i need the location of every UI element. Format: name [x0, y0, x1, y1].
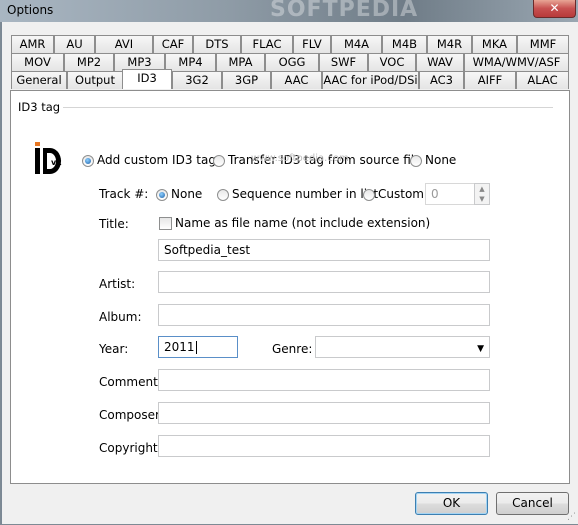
track-spinner[interactable]: ▲ ▼ [474, 183, 490, 205]
tab-mov[interactable]: MOV [11, 53, 64, 71]
track-none-label: None [171, 187, 203, 201]
tab-ac3[interactable]: AC3 [419, 71, 464, 89]
tab-mka[interactable]: MKA [472, 35, 517, 53]
year-input[interactable]: 2011 [158, 336, 238, 358]
tab-mpa[interactable]: MPA [216, 53, 265, 71]
title-label: Title: [99, 217, 129, 231]
chevron-down-icon: ▼ [477, 344, 484, 354]
track-custom-input[interactable]: 0 [425, 183, 475, 205]
track-label: Track #: [99, 187, 149, 201]
title-input[interactable]: Softpedia_test [158, 239, 490, 261]
track-sequence-radio[interactable] [217, 189, 229, 201]
album-input[interactable] [158, 304, 490, 326]
close-button[interactable]: ✕ [533, 0, 576, 18]
year-label: Year: [99, 342, 129, 356]
track-custom-radio[interactable] [363, 189, 375, 201]
tab-mp4[interactable]: MP4 [165, 53, 216, 71]
tab-id3[interactable]: ID3 [122, 69, 172, 89]
tab-3g2[interactable]: 3G2 [172, 71, 222, 89]
tab-avi[interactable]: AVI [95, 35, 153, 53]
comment-input[interactable] [158, 369, 490, 391]
tab-general[interactable]: General [11, 71, 67, 89]
transfer-radio[interactable] [213, 155, 225, 167]
softpedia-watermark: www.softpedia.com [251, 153, 349, 164]
tab-swf[interactable]: SWF [319, 53, 368, 71]
group-title: ID3 tag [18, 100, 61, 114]
tab-mmf[interactable]: MMF [517, 35, 569, 53]
add-custom-radio[interactable] [82, 155, 94, 167]
track-sequence-label: Sequence number in list [232, 187, 379, 201]
spin-down-icon[interactable]: ▼ [475, 194, 489, 204]
genre-select[interactable]: ▼ [315, 336, 490, 358]
name-as-file-label: Name as file name (not include extension… [175, 216, 431, 230]
tab-flac[interactable]: FLAC [241, 35, 293, 53]
title-bar: Options SOFTPEDIA ✕ [0, 0, 578, 22]
artist-label: Artist: [99, 277, 136, 291]
tab-aac[interactable]: AAC [271, 71, 322, 89]
tab-m4r[interactable]: M4R [427, 35, 472, 53]
copyright-input[interactable] [158, 435, 490, 457]
tab-alac[interactable]: ALAC [516, 71, 569, 89]
tab-mp2[interactable]: MP2 [64, 53, 114, 71]
id3-panel: ID3 tag v2 Add custom ID3 tag Transfer I… [10, 90, 570, 484]
tab-ogg[interactable]: OGG [265, 53, 319, 71]
tab-flv[interactable]: FLV [293, 35, 331, 53]
add-custom-label: Add custom ID3 tag [97, 153, 216, 167]
mode-none-label: None [425, 153, 457, 167]
year-value: 2011 [164, 340, 195, 354]
group-divider [63, 107, 553, 108]
tab-output[interactable]: Output [67, 71, 123, 89]
id3-logo-version: v2 [51, 158, 62, 167]
tab-wma-wmv-asf[interactable]: WMA/WMV/ASF [464, 53, 569, 71]
tab-m4b[interactable]: M4B [382, 35, 427, 53]
tab-m4a[interactable]: M4A [331, 35, 382, 53]
cancel-button[interactable]: Cancel [496, 492, 569, 515]
tab-amr[interactable]: AMR [11, 35, 54, 53]
name-as-file-checkbox[interactable] [159, 217, 172, 230]
window-title: Options [7, 3, 54, 17]
close-icon: ✕ [549, 1, 560, 15]
track-custom-label: Custom [378, 187, 424, 201]
tab-wav[interactable]: WAV [416, 53, 464, 71]
artist-input[interactable] [158, 271, 490, 293]
dialog-client: AMR AU AVI CAF DTS FLAC FLV M4A M4B M4R … [1, 22, 578, 524]
album-label: Album: [99, 310, 142, 324]
track-none-radio[interactable] [156, 189, 168, 201]
resize-grip-icon[interactable]: ⋰ [567, 512, 576, 522]
spin-up-icon[interactable]: ▲ [475, 184, 489, 194]
mode-none-radio[interactable] [410, 155, 422, 167]
copyright-label: Copyright: [99, 441, 162, 455]
tab-3gp[interactable]: 3GP [222, 71, 271, 89]
text-caret [195, 341, 197, 354]
tab-dts[interactable]: DTS [193, 35, 241, 53]
composer-label: Composer: [99, 408, 164, 422]
tab-aac-ipod-dsi[interactable]: AAC for iPod/DSi [322, 71, 419, 89]
tab-au[interactable]: AU [54, 35, 95, 53]
genre-label: Genre: [272, 342, 313, 356]
composer-input[interactable] [158, 402, 490, 424]
ok-button[interactable]: OK [415, 492, 488, 515]
tab-voc[interactable]: VOC [368, 53, 416, 71]
comment-label: Comment: [99, 375, 162, 389]
watermark: SOFTPEDIA [270, 0, 419, 22]
tab-caf[interactable]: CAF [153, 35, 193, 53]
tab-aiff[interactable]: AIFF [464, 71, 516, 89]
